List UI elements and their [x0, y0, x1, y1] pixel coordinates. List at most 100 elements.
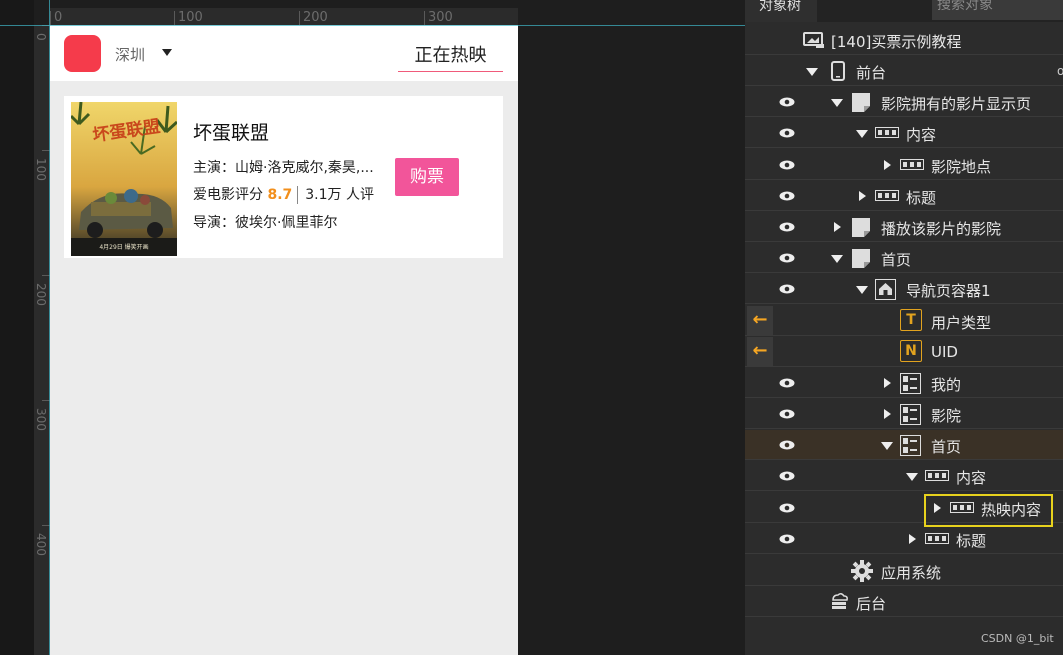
- tree-row-nav-container[interactable]: 导航页容器1: [745, 274, 1063, 304]
- expand-right-icon[interactable]: [884, 409, 891, 419]
- container-icon: [875, 127, 899, 138]
- score-label: 爱电影评分: [193, 187, 263, 203]
- tree-row-page[interactable]: 首页: [745, 243, 1063, 273]
- ruler-tick: 300: [34, 408, 48, 431]
- expand-right-icon[interactable]: [884, 378, 891, 388]
- tree-row-label: 内容: [956, 469, 987, 487]
- cast-value: 山姆·洛克威尔,秦昊,...: [235, 160, 374, 176]
- nav-page-icon: [900, 404, 921, 425]
- tree-row-variable[interactable]: ← T 用户类型: [745, 306, 1063, 336]
- tree-row-frontend[interactable]: 前台: [745, 56, 1063, 86]
- movie-cast: 主演：山姆·洛克威尔,秦昊,...: [193, 157, 374, 177]
- movie-director: 导演：彼埃尔·佩里菲尔: [193, 212, 337, 232]
- eye-icon[interactable]: [779, 409, 795, 419]
- container-icon: [875, 190, 899, 201]
- tree-row-label: 前台: [856, 64, 887, 82]
- tree-row-label: 影院拥有的影片显示页: [881, 95, 1032, 113]
- tree-row-nav-page-selected[interactable]: 首页: [745, 430, 1063, 460]
- cast-label: 主演：: [193, 160, 235, 176]
- tab-object-tree[interactable]: 对象树: [745, 0, 817, 22]
- tree-row-variable[interactable]: ← N UID: [745, 337, 1063, 367]
- canvas-gutter: [0, 0, 34, 655]
- panel-header: 对象树 搜索对象: [745, 0, 1063, 22]
- tree-row-container[interactable]: 影院地点: [745, 150, 1063, 180]
- tree-row-page[interactable]: 播放该影片的影院: [745, 212, 1063, 242]
- expand-down-icon[interactable]: [856, 286, 868, 294]
- eye-icon[interactable]: [779, 191, 795, 201]
- number-variable-icon: N: [900, 340, 922, 362]
- search-input[interactable]: 搜索对象: [932, 0, 1063, 20]
- tree-row-container[interactable]: 标题: [745, 181, 1063, 211]
- eye-icon[interactable]: [779, 440, 795, 450]
- tree-row-label: 后台: [856, 595, 887, 613]
- tree-row-label: 应用系统: [881, 564, 942, 582]
- score-divider: [297, 186, 299, 204]
- expand-right-icon[interactable]: [834, 222, 841, 232]
- tree-row-label: 首页: [881, 251, 912, 269]
- tree-row-nav-page[interactable]: 影院: [745, 399, 1063, 429]
- container-icon: [925, 533, 949, 544]
- tree-row-nav-page[interactable]: 我的: [745, 368, 1063, 398]
- expand-down-icon[interactable]: [806, 68, 818, 76]
- tab-now-showing[interactable]: 正在热映: [398, 41, 503, 67]
- design-canvas[interactable]: 0 100 200 300 0 100 200 300 400 深圳 正在热映: [0, 0, 745, 655]
- phone-icon: [831, 61, 845, 81]
- eye-icon[interactable]: [779, 378, 795, 388]
- ruler-tick: 200: [299, 11, 328, 25]
- expand-down-icon[interactable]: [831, 255, 843, 263]
- horizontal-ruler: 0 100 200 300: [50, 8, 518, 25]
- tree-row-label: 影院地点: [931, 158, 992, 176]
- eye-icon[interactable]: [779, 222, 795, 232]
- tree-row-container[interactable]: 标题: [745, 524, 1063, 554]
- tree-row-app-system[interactable]: 应用系统: [745, 556, 1063, 586]
- expand-down-icon[interactable]: [906, 473, 918, 481]
- tree-row-project[interactable]: [140]买票示例教程: [745, 25, 1063, 55]
- expand-down-icon[interactable]: [831, 99, 843, 107]
- tree-row-container[interactable]: 内容: [745, 461, 1063, 491]
- arrow-left-icon[interactable]: ←: [747, 306, 773, 335]
- movie-card[interactable]: 坏蛋联盟 4月29日 爆笑开画 坏蛋联盟 主演：山姆·洛克威尔,秦昊,... 爱…: [64, 96, 503, 258]
- expand-right-icon[interactable]: [909, 534, 916, 544]
- eye-icon[interactable]: [779, 503, 795, 513]
- tree-row-label: 内容: [906, 126, 937, 144]
- project-icon: [803, 32, 824, 48]
- expand-right-icon[interactable]: [859, 191, 866, 201]
- city-label[interactable]: 深圳: [115, 44, 145, 65]
- eye-icon[interactable]: [779, 160, 795, 170]
- eye-icon[interactable]: [779, 128, 795, 138]
- expand-right-icon[interactable]: [884, 160, 891, 170]
- expand-down-icon[interactable]: [881, 442, 893, 450]
- buy-ticket-button[interactable]: 购票: [395, 158, 459, 196]
- tree-row-label: 我的: [931, 376, 962, 394]
- eye-icon[interactable]: [779, 97, 795, 107]
- nav-page-icon: [900, 435, 921, 456]
- phone-preview[interactable]: 深圳 正在热映 坏蛋联盟 4月29日 爆笑开画 坏蛋联盟 主演：山姆·洛克威尔,…: [50, 25, 518, 655]
- ruler-tick: 100: [174, 11, 203, 25]
- horizontal-guide: [0, 25, 745, 26]
- container-icon: [900, 159, 924, 170]
- vertical-guide: [49, 0, 50, 655]
- arrow-left-icon[interactable]: ←: [747, 337, 773, 366]
- ruler-tick: 100: [34, 158, 48, 181]
- tree-row-page[interactable]: 影院拥有的影片显示页: [745, 87, 1063, 117]
- page-icon: [852, 93, 870, 112]
- watermark: CSDN @1_bit: [981, 632, 1054, 645]
- ruler-tick: 400: [34, 533, 48, 556]
- city-dropdown-icon[interactable]: [162, 49, 172, 56]
- tree-row-label: 播放该影片的影院: [881, 220, 1002, 238]
- vertical-ruler: 0 100 200 300 400: [34, 25, 50, 655]
- eye-icon[interactable]: [779, 253, 795, 263]
- tree-row-container[interactable]: 内容: [745, 118, 1063, 148]
- eye-icon[interactable]: [779, 534, 795, 544]
- tree-row-backend[interactable]: 后台: [745, 587, 1063, 617]
- app-header: 深圳 正在热映: [50, 25, 518, 81]
- cloud-server-icon: [832, 592, 848, 609]
- ruler-tick: 0: [50, 11, 62, 25]
- movie-poster: 坏蛋联盟 4月29日 爆笑开画: [71, 102, 177, 256]
- expand-down-icon[interactable]: [856, 130, 868, 138]
- ruler-tick: 200: [34, 283, 48, 306]
- home-icon: [875, 279, 896, 300]
- eye-icon[interactable]: [779, 471, 795, 481]
- object-tree-panel: 对象树 搜索对象 o [140]买票示例教程 前台 影院拥有的影片显示页 内容 …: [745, 0, 1063, 655]
- eye-icon[interactable]: [779, 284, 795, 294]
